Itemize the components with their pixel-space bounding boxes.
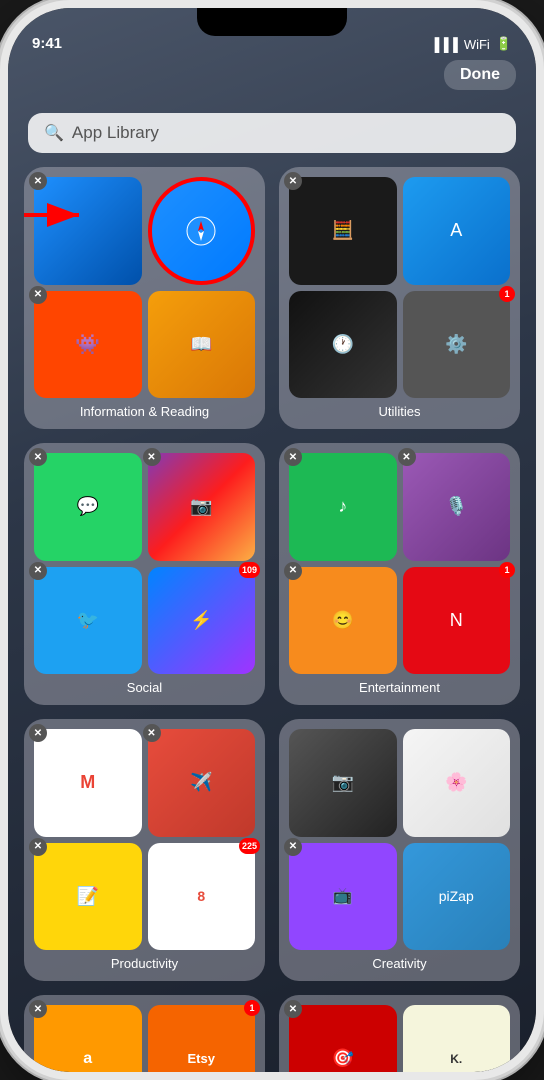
badge-etsy: 1 bbox=[244, 1000, 260, 1016]
phone-frame: 9:41 ▐▐▐ WiFi 🔋 Done 🔍 App Library bbox=[0, 0, 544, 1080]
app-netflix[interactable]: 1 N bbox=[403, 567, 511, 675]
search-placeholder: App Library bbox=[72, 123, 159, 143]
folder-social[interactable]: ✕ 💬 ✕ 📷 ✕ 🐦 bbox=[24, 443, 265, 705]
folder-creativity[interactable]: 📷 🌸 ✕ 📺 piZap bbox=[279, 719, 520, 981]
notch bbox=[197, 8, 347, 36]
app-etsy[interactable]: 1 Etsy bbox=[148, 1005, 256, 1072]
folder-shopping[interactable]: ✕ a 1 Etsy ✕ 🗺️ bbox=[24, 995, 265, 1072]
folder-apps: ✕ 🎯 K. 🎟️ 1 ⛵ bbox=[289, 1005, 510, 1072]
app-podcasts[interactable]: ✕ 🎙️ bbox=[403, 453, 511, 561]
folder-apps: ✕ bbox=[34, 177, 255, 398]
folder-utilities[interactable]: ✕ 🧮 A 🕐 bbox=[279, 167, 520, 429]
done-button[interactable]: Done bbox=[444, 60, 516, 90]
search-icon: 🔍 bbox=[44, 123, 64, 143]
close-x[interactable]: ✕ bbox=[29, 448, 47, 466]
close-x[interactable]: ✕ bbox=[29, 172, 47, 190]
screen: 9:41 ▐▐▐ WiFi 🔋 Done 🔍 App Library bbox=[8, 8, 536, 1072]
folder-entertainment[interactable]: ✕ ♪ ✕ 🎙️ ✕ 😊 bbox=[279, 443, 520, 705]
grid-row-4: ✕ a 1 Etsy ✕ 🗺️ bbox=[24, 995, 520, 1072]
app-messages[interactable]: ✕ 💬 bbox=[34, 453, 142, 561]
app-reddit[interactable]: ✕ 👾 bbox=[34, 291, 142, 399]
close-x[interactable]: ✕ bbox=[29, 286, 47, 304]
folder-apps: ✕ ♪ ✕ 🎙️ ✕ 😊 bbox=[289, 453, 510, 674]
app-books[interactable]: 📖 bbox=[148, 291, 256, 399]
status-time: 9:41 bbox=[32, 35, 62, 52]
folder-label-social: Social bbox=[34, 680, 255, 695]
folder-label-info: Information & Reading bbox=[34, 404, 255, 419]
badge: 1 bbox=[499, 286, 515, 302]
app-spotify[interactable]: ✕ ♪ bbox=[289, 453, 397, 561]
app-unknown-blue[interactable]: ✕ bbox=[34, 177, 142, 285]
search-bar[interactable]: 🔍 App Library bbox=[28, 113, 516, 153]
close-x[interactable]: ✕ bbox=[29, 724, 47, 742]
folder-label-productivity: Productivity bbox=[34, 956, 255, 971]
safari-wrapper bbox=[148, 177, 256, 285]
app-camera[interactable]: 📷 bbox=[289, 729, 397, 837]
close-x[interactable]: ✕ bbox=[284, 838, 302, 856]
app-klarna[interactable]: K. bbox=[403, 1005, 511, 1072]
close-x[interactable]: ✕ bbox=[284, 172, 302, 190]
safari-compass-icon bbox=[185, 215, 217, 247]
close-x[interactable]: ✕ bbox=[29, 1000, 47, 1018]
app-store-wrapper: A bbox=[403, 177, 511, 285]
app-target[interactable]: ✕ 🎯 bbox=[289, 1005, 397, 1072]
close-x[interactable]: ✕ bbox=[143, 448, 161, 466]
badge-messenger: 109 bbox=[239, 562, 260, 578]
app-instagram[interactable]: ✕ 📷 bbox=[148, 453, 256, 561]
app-messenger[interactable]: 109 ⚡ bbox=[148, 567, 256, 675]
app-photos[interactable]: 🌸 bbox=[403, 729, 511, 837]
badge-netflix: 1 bbox=[499, 562, 515, 578]
close-x[interactable]: ✕ bbox=[143, 724, 161, 742]
status-icons: ▐▐▐ WiFi 🔋 bbox=[430, 36, 512, 52]
folder-label-creativity: Creativity bbox=[289, 956, 510, 971]
app-crunchyroll[interactable]: ✕ 😊 bbox=[289, 567, 397, 675]
folder-misc[interactable]: ✕ 🎯 K. 🎟️ 1 ⛵ bbox=[279, 995, 520, 1072]
folder-apps: ✕ a 1 Etsy ✕ 🗺️ bbox=[34, 1005, 255, 1072]
close-x[interactable]: ✕ bbox=[284, 562, 302, 580]
app-notes[interactable]: ✕ 📝 bbox=[34, 843, 142, 951]
close-x[interactable]: ✕ bbox=[284, 448, 302, 466]
folder-apps: ✕ M ✕ ✈️ ✕ 📝 bbox=[34, 729, 255, 950]
close-x[interactable]: ✕ bbox=[29, 562, 47, 580]
app-twitter[interactable]: ✕ 🐦 bbox=[34, 567, 142, 675]
folder-apps: 📷 🌸 ✕ 📺 piZap bbox=[289, 729, 510, 950]
close-x[interactable]: ✕ bbox=[29, 838, 47, 856]
folder-apps: ✕ 💬 ✕ 📷 ✕ 🐦 bbox=[34, 453, 255, 674]
battery-icon: 🔋 bbox=[496, 36, 512, 52]
close-x[interactable]: ✕ bbox=[398, 448, 416, 466]
close-x[interactable]: ✕ bbox=[284, 1000, 302, 1018]
app-clock[interactable]: 🕐 bbox=[289, 291, 397, 399]
app-appstore[interactable]: A bbox=[403, 177, 511, 285]
wifi-icon: WiFi bbox=[464, 37, 490, 52]
folder-info-reading[interactable]: ✕ bbox=[24, 167, 265, 429]
grid-row-2: ✕ 💬 ✕ 📷 ✕ 🐦 bbox=[24, 443, 520, 705]
app-amazon[interactable]: ✕ a bbox=[34, 1005, 142, 1072]
app-airmail[interactable]: ✕ ✈️ bbox=[148, 729, 256, 837]
grid-row-1: ✕ bbox=[24, 167, 520, 429]
app-grid: ✕ bbox=[8, 167, 536, 1072]
folder-productivity[interactable]: ✕ M ✕ ✈️ ✕ 📝 bbox=[24, 719, 265, 981]
app-gmail[interactable]: ✕ M bbox=[34, 729, 142, 837]
grid-row-3: ✕ M ✕ ✈️ ✕ 📝 bbox=[24, 719, 520, 981]
app-pizap[interactable]: piZap bbox=[403, 843, 511, 951]
folder-label-utilities: Utilities bbox=[289, 404, 510, 419]
folder-apps: ✕ 🧮 A 🕐 bbox=[289, 177, 510, 398]
folder-label-entertainment: Entertainment bbox=[289, 680, 510, 695]
app-calculator[interactable]: ✕ 🧮 bbox=[289, 177, 397, 285]
phone-inner: 9:41 ▐▐▐ WiFi 🔋 Done 🔍 App Library bbox=[8, 8, 536, 1072]
signal-icon: ▐▐▐ bbox=[430, 37, 458, 52]
badge-calendar: 225 bbox=[239, 838, 260, 854]
app-misc[interactable]: 1 ⚙️ bbox=[403, 291, 511, 399]
app-safari[interactable] bbox=[148, 177, 256, 285]
app-twitch[interactable]: ✕ 📺 bbox=[289, 843, 397, 951]
app-calendar[interactable]: 225 8 bbox=[148, 843, 256, 951]
